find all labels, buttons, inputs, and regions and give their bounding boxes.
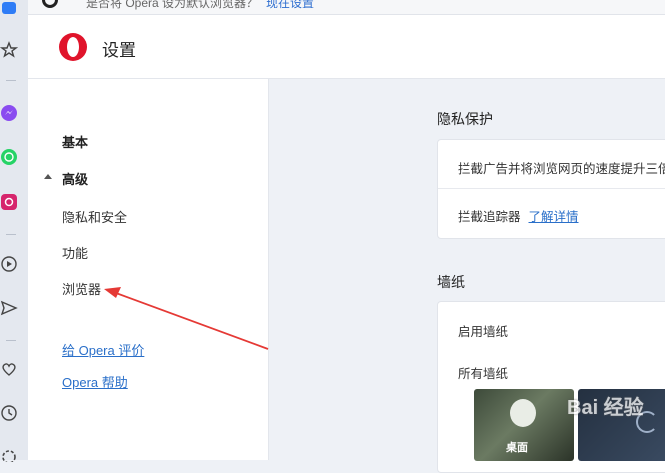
learn-more-link[interactable]: 了解详情 — [529, 210, 579, 224]
all-wallpapers-label: 所有墙纸 — [458, 367, 509, 381]
baidu-watermark: Bai 经验 — [567, 391, 665, 427]
wallpaper-section-title: 墙纸 — [437, 274, 465, 290]
wallpaper-thumbnail-desktop[interactable]: 桌面 — [474, 389, 574, 461]
privacy-card: 拦截广告并将浏览网页的速度提升三倍 拦截追踪器 了解详情 — [437, 139, 665, 239]
settings-main: 隐私保护 拦截广告并将浏览网页的速度提升三倍 拦截追踪器 了解详情 墙纸 启用墙纸… — [269, 79, 665, 473]
enable-wallpaper-setting[interactable]: 启用墙纸 — [458, 321, 508, 340]
wallpaper-figure — [510, 399, 536, 427]
privacy-section-title: 隐私保护 — [437, 111, 493, 127]
wallpaper-thumbnail-label: 桌面 — [506, 442, 528, 454]
block-ads-setting[interactable]: 拦截广告并将浏览网页的速度提升三倍 — [458, 158, 665, 177]
row-divider — [438, 188, 665, 189]
block-trackers-setting[interactable]: 拦截追踪器 — [458, 210, 521, 224]
watermark-text: Bai 经验 — [567, 397, 644, 419]
